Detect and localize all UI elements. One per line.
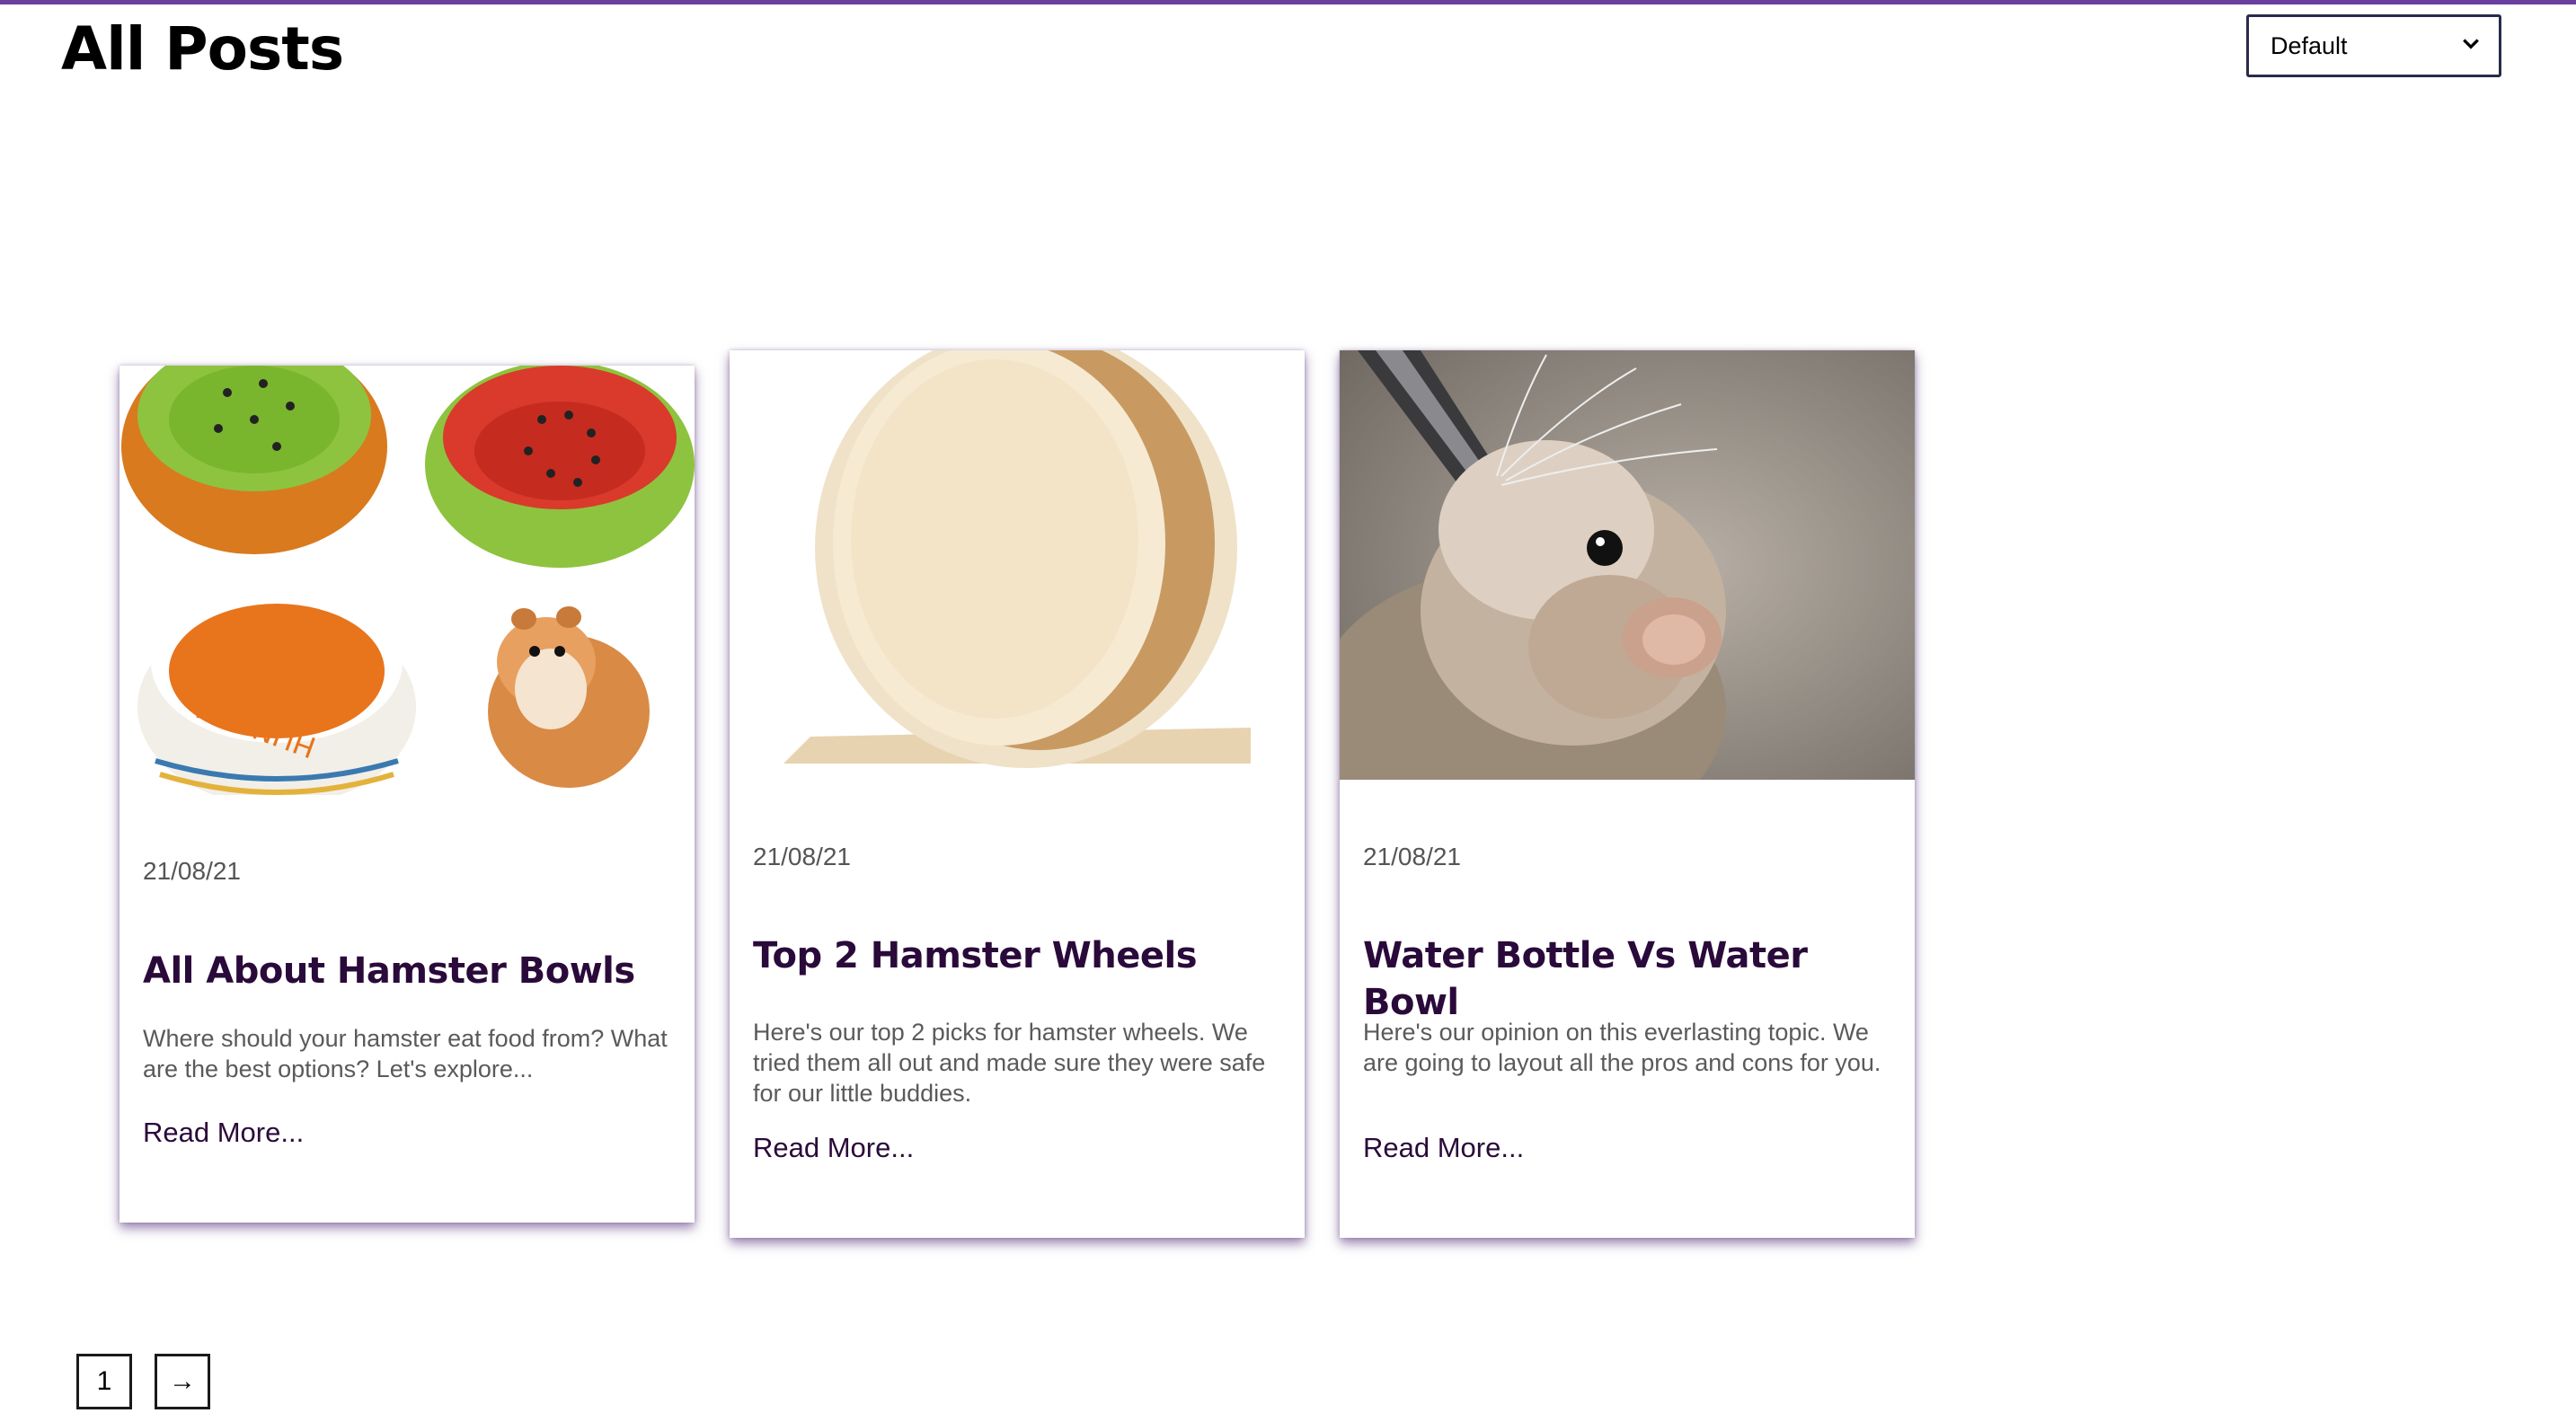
sort-select-value: Default (2271, 31, 2348, 59)
arrow-right-icon: → (169, 1366, 196, 1396)
hamster-drinking-image[interactable] (1340, 350, 1915, 780)
post-card-water-bottle[interactable]: 21/08/21 Water Bottle Vs Water Bowl Here… (1340, 350, 1915, 1238)
pagination-page-1[interactable]: 1 (76, 1354, 132, 1409)
post-card-hamster-wheels[interactable]: 21/08/21 Top 2 Hamster Wheels Here's our… (730, 350, 1305, 1238)
read-more-link[interactable]: Read More... (753, 1132, 914, 1164)
post-card-hamster-bowls[interactable]: HUNGRY 21/08/21 All About Hamster Bowls … (120, 366, 695, 1223)
chevron-down-icon (2461, 32, 2481, 60)
top-accent-border (0, 0, 2576, 4)
hamster-bowls-image[interactable]: HUNGRY (120, 366, 695, 795)
pagination-next-button[interactable]: → (155, 1354, 210, 1409)
post-date: 21/08/21 (143, 857, 241, 885)
post-date: 21/08/21 (1363, 843, 1461, 870)
post-title[interactable]: All About Hamster Bowls (143, 948, 682, 994)
hamster-wheel-image[interactable] (730, 350, 1305, 780)
post-excerpt: Here's our opinion on this everlasting t… (1363, 1019, 1881, 1076)
page-title: All Posts (61, 14, 344, 84)
post-title[interactable]: Top 2 Hamster Wheels (753, 932, 1292, 979)
post-excerpt: Here's our top 2 picks for hamster wheel… (753, 1019, 1266, 1107)
post-excerpt: Where should your hamster eat food from?… (143, 1025, 668, 1082)
read-more-link[interactable]: Read More... (1363, 1132, 1524, 1164)
read-more-link[interactable]: Read More... (143, 1117, 304, 1149)
post-title[interactable]: Water Bottle Vs Water Bowl (1363, 932, 1902, 1026)
post-date: 21/08/21 (753, 843, 851, 870)
sort-select[interactable]: Default (2246, 14, 2501, 77)
